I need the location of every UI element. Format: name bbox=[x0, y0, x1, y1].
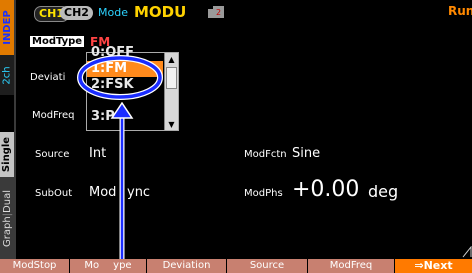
mode-label: Mode bbox=[98, 6, 128, 19]
ch2-button[interactable]: CH2 bbox=[60, 6, 93, 20]
highlight-ellipse bbox=[77, 55, 163, 100]
source-label[interactable]: Source bbox=[35, 149, 69, 160]
softkey-modfreq[interactable]: ModFreq bbox=[308, 259, 394, 273]
softkey-source[interactable]: Source bbox=[227, 259, 307, 273]
scroll-thumb[interactable] bbox=[166, 67, 177, 89]
softkey-next[interactable]: ⇒Next bbox=[395, 259, 472, 273]
tab-graph-dual[interactable]: Graph|Dual bbox=[0, 177, 14, 259]
tab-2ch[interactable]: 2ch bbox=[0, 55, 14, 95]
modphs-value[interactable]: +0.00 bbox=[292, 177, 359, 202]
tab-divider bbox=[14, 0, 16, 259]
modphs-unit: deg bbox=[368, 182, 399, 201]
softkey-bar: ModStop Mo ype Deviation Source ModFreq ⇒… bbox=[0, 259, 472, 273]
dropdown-scrollbar[interactable]: ▲ ▼ bbox=[164, 53, 178, 130]
subout-label[interactable]: SubOut bbox=[35, 188, 72, 199]
source-value[interactable]: Int bbox=[89, 146, 106, 161]
scroll-up-icon[interactable]: ▲ bbox=[165, 53, 178, 65]
tab-single[interactable]: Single bbox=[0, 132, 14, 177]
memory-icon: 2 bbox=[208, 6, 224, 18]
softkey-modtype[interactable]: Mo ype bbox=[70, 259, 146, 273]
modfctn-value[interactable]: Sine bbox=[292, 146, 320, 161]
waveform-generator-screen: INDEP 2ch Single Graph|Dual CH1 CH2 Mode… bbox=[0, 0, 472, 273]
softkey-modstop[interactable]: ModStop bbox=[0, 259, 69, 273]
svg-text:2: 2 bbox=[216, 8, 221, 17]
modfctn-label[interactable]: ModFctn bbox=[244, 149, 287, 160]
tab-indep[interactable]: INDEP bbox=[0, 0, 14, 55]
deviation-label[interactable]: Deviati bbox=[30, 72, 65, 83]
modphs-label[interactable]: ModPhs bbox=[244, 188, 283, 199]
corner-triangle-icon bbox=[462, 246, 472, 258]
modfreq-label[interactable]: ModFreq bbox=[32, 110, 75, 121]
run-status: Run bbox=[448, 4, 472, 18]
mode-value[interactable]: MODU bbox=[134, 3, 186, 21]
softkey-deviation[interactable]: Deviation bbox=[147, 259, 226, 273]
pointer-arrow-icon bbox=[110, 102, 134, 260]
modtype-label[interactable]: ModType bbox=[30, 36, 85, 47]
scroll-down-icon[interactable]: ▼ bbox=[165, 118, 178, 130]
